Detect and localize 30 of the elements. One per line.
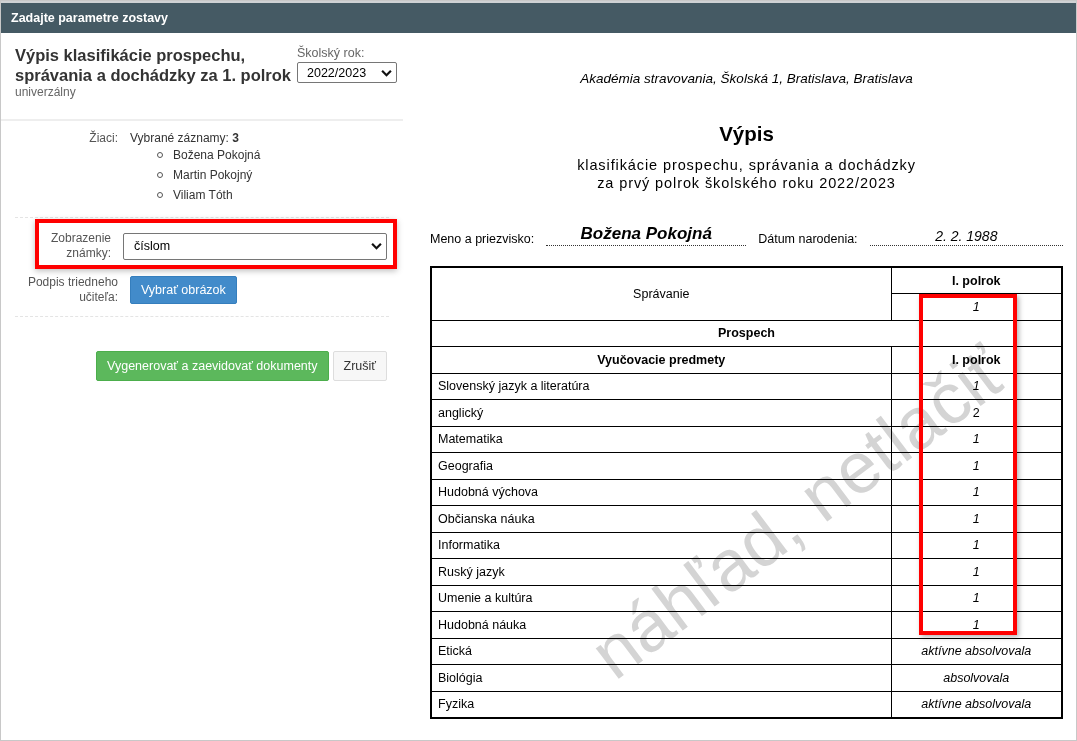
document-title: Výpis	[718, 122, 775, 146]
window-title: Zadajte parametre zostavy	[1, 1, 1076, 33]
student-name: Božena Pokojná	[173, 148, 261, 162]
field-label: Školský rok:	[297, 46, 366, 60]
cancel-button[interactable]: Zrušiť	[332, 351, 387, 381]
document-subtitle: za prvý polrok školského roku 2022/2023	[596, 174, 897, 192]
student-name: Viliam Tóth	[173, 188, 233, 202]
field-label: Dátum narodenia:	[758, 232, 858, 246]
selected-count-text: Vybrané záznamy: 3	[130, 131, 239, 145]
document-subtitle: klasifikácie prospechu, správania a dochádzky	[576, 156, 917, 174]
field-label: Žiaci:	[88, 131, 118, 147]
grade-display-select[interactable]: číslom	[123, 232, 387, 260]
school-year-select[interactable]: 2022/2023	[297, 62, 397, 83]
school-name: Akadémia stravovania, Školská 1, Bratislava, Bratislava	[579, 71, 914, 86]
table-cell: Správanie	[431, 267, 891, 320]
birth-date-value: 2. 2. 1988	[869, 228, 1063, 246]
subject-cell: Slovenský jazyk a literatúra	[431, 373, 891, 400]
student-name-value: Božena Pokojná	[546, 224, 747, 246]
chevron-down-icon	[381, 68, 392, 77]
chevron-down-icon	[371, 242, 382, 250]
student-name: Martin Pokojný	[173, 168, 253, 182]
field-label: Podpis triedneho učiteľa:	[26, 275, 118, 305]
report-variant-text: univerzálny	[15, 85, 77, 99]
report-heading: Výpis klasifikácie prospechu, správania a dochádzky za 1. polrok	[15, 45, 293, 85]
subject-cell: Biológia	[431, 664, 891, 691]
choose-image-button[interactable]: Vybrať obrázok	[130, 276, 237, 304]
column-header: Vyučovacie predmety	[431, 346, 891, 373]
field-label: Meno a priezvisko:	[430, 232, 535, 246]
subject-cell: anglický	[431, 399, 891, 426]
field-label: Zobrazenie známky:	[49, 231, 111, 261]
